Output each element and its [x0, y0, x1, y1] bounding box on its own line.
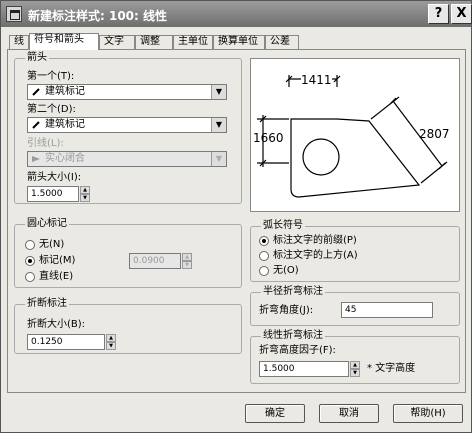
jog-angle-input[interactable]: 45	[341, 302, 433, 318]
dimension-preview: 1411 1660 2807	[250, 58, 460, 212]
chevron-down-icon[interactable]: ▼	[211, 152, 226, 166]
arc-length-group: 弧长符号 标注文字的前缀(P) 标注文字的上方(A) 无(O)	[250, 220, 460, 282]
arrowheads-group: 箭头 第一个(T): 建筑标记 ▼ 第二个(D): 建筑标记 ▼ 引线(L): …	[14, 52, 242, 204]
dialog-window: 新建标注样式: 100: 线性 ? X 线 符号和箭头 文字 调整 主单位 换算…	[0, 0, 472, 433]
text-height-suffix: * 文字高度	[367, 363, 416, 374]
spin-up-icon[interactable]: ▲	[182, 253, 192, 261]
spin-up-icon[interactable]: ▲	[350, 361, 360, 369]
arrow-size-input[interactable]: 1.5000	[27, 186, 79, 202]
closed-filled-arrow-icon	[32, 156, 40, 162]
title-bar[interactable]: 新建标注样式: 100: 线性 ? X	[1, 1, 472, 27]
spin-down-icon[interactable]: ▼	[350, 369, 360, 377]
arrow-size-label: 箭头大小(I):	[27, 172, 82, 183]
tab-panel: 箭头 第一个(T): 建筑标记 ▼ 第二个(D): 建筑标记 ▼ 引线(L): …	[7, 49, 466, 393]
jog-height-factor-spinner[interactable]: ▲ ▼	[350, 361, 360, 377]
architectural-tick-icon	[32, 121, 40, 129]
spin-up-icon[interactable]: ▲	[106, 334, 116, 342]
cancel-button[interactable]: 取消	[319, 404, 379, 423]
help-title-button[interactable]: ?	[428, 4, 449, 24]
break-size-input[interactable]: 0.1250	[27, 334, 105, 350]
radius-jog-title: 半径折弯标注	[261, 286, 325, 298]
center-marks-title: 圆心标记	[25, 218, 69, 230]
preview-dim-left: 1660	[253, 131, 284, 145]
tab-lines[interactable]: 线	[9, 35, 29, 49]
dimension-break-group: 折断标注 折断大小(B): 0.1250 ▲ ▼	[14, 298, 242, 354]
radius-jog-group: 半径折弯标注 折弯角度(J): 45	[250, 286, 460, 326]
tab-fit[interactable]: 调整	[135, 35, 173, 49]
close-button[interactable]: X	[451, 4, 472, 24]
preview-dim-right: 2807	[419, 127, 450, 141]
arrow-size-spinner[interactable]: ▲ ▼	[80, 186, 90, 202]
break-size-spinner[interactable]: ▲ ▼	[106, 334, 116, 350]
leader-label: 引线(L):	[27, 138, 64, 149]
spin-up-icon[interactable]: ▲	[80, 186, 90, 194]
first-arrow-select[interactable]: 建筑标记 ▼	[27, 84, 227, 100]
arrowheads-title: 箭头	[25, 52, 49, 64]
ok-button[interactable]: 确定	[245, 404, 305, 423]
tab-symbols-arrows[interactable]: 符号和箭头	[29, 33, 99, 50]
center-mark-size-input[interactable]: 0.0900	[129, 253, 181, 269]
center-marks-group: 圆心标记 无(N) 标记(M) 直线(E) 0.0900 ▲ ▼	[14, 218, 242, 288]
tab-tolerances[interactable]: 公差	[265, 35, 299, 49]
spin-down-icon[interactable]: ▼	[106, 342, 116, 350]
second-arrow-select[interactable]: 建筑标记 ▼	[27, 117, 227, 133]
tab-primary-units[interactable]: 主单位	[173, 35, 213, 49]
jog-angle-label: 折弯角度(J):	[259, 305, 314, 316]
first-arrow-label: 第一个(T):	[27, 71, 75, 82]
jog-height-factor-input[interactable]: 1.5000	[259, 361, 349, 377]
spin-down-icon[interactable]: ▼	[182, 261, 192, 269]
jog-height-factor-label: 折弯高度因子(F):	[259, 345, 336, 356]
chevron-down-icon[interactable]: ▼	[211, 85, 226, 99]
help-button[interactable]: 帮助(H)	[393, 404, 463, 423]
app-icon	[6, 6, 22, 22]
center-mark-size-spinner[interactable]: ▲ ▼	[182, 253, 192, 269]
tab-text[interactable]: 文字	[99, 35, 135, 49]
window-title: 新建标注样式: 100: 线性	[28, 9, 168, 23]
linear-jog-title: 线性折弯标注	[261, 330, 325, 342]
architectural-tick-icon	[32, 88, 40, 96]
dimension-break-title: 折断标注	[25, 298, 69, 310]
arc-length-title: 弧长符号	[261, 220, 305, 232]
spin-down-icon[interactable]: ▼	[80, 194, 90, 202]
chevron-down-icon[interactable]: ▼	[211, 118, 226, 132]
linear-jog-group: 线性折弯标注 折弯高度因子(F): 1.5000 ▲ ▼ * 文字高度	[250, 330, 460, 384]
leader-select[interactable]: 实心闭合 ▼	[27, 151, 227, 167]
second-arrow-label: 第二个(D):	[27, 104, 76, 115]
preview-dim-top: 1411	[301, 73, 332, 87]
break-size-label: 折断大小(B):	[27, 319, 86, 330]
tab-alternate-units[interactable]: 换算单位	[213, 35, 265, 49]
